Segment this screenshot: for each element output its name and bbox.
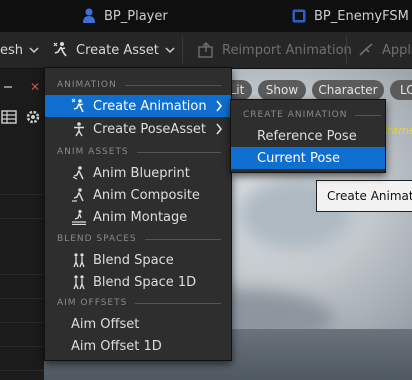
menu-item-aim-offset[interactable]: Aim Offset: [45, 313, 231, 335]
menu-item-blend-space[interactable]: Blend Space: [45, 249, 231, 271]
chevron-down-icon: [165, 47, 175, 54]
tab-label: BP_EnemyFSM: [314, 8, 409, 24]
chevron-right-icon: [216, 123, 223, 135]
menu-item-label: Blend Space 1D: [93, 274, 197, 290]
menu-item-label: Anim Blueprint: [93, 165, 190, 181]
anim-montage-icon: [71, 209, 87, 225]
grid-view-icon[interactable]: [0, 108, 18, 126]
list-item[interactable]: [0, 196, 44, 219]
apply-label: Apply: [382, 42, 412, 58]
menu-item-label: Create PoseAsset: [93, 121, 206, 137]
menu-item-create-animation[interactable]: Create Animation: [45, 95, 231, 117]
toolbar-divider: [182, 36, 183, 64]
menu-item-label: Blend Space: [93, 252, 174, 268]
tab-bp-player[interactable]: BP_Player: [82, 0, 168, 32]
create-asset-icon: [53, 42, 67, 57]
blueprint-icon: [292, 9, 306, 23]
gear-icon[interactable]: [24, 108, 42, 126]
list-item[interactable]: [0, 300, 44, 323]
section-title: ANIM ASSETS: [57, 147, 129, 157]
blend-space-1d-icon: [71, 274, 87, 290]
section-header: AIM OFFSETS: [45, 296, 221, 310]
list-item[interactable]: [0, 172, 44, 195]
section-title: AIM OFFSETS: [57, 298, 128, 308]
menu-item-create-poseasset[interactable]: Create PoseAsset: [45, 118, 231, 140]
person-icon: [83, 8, 95, 23]
menu-item-label: Reference Pose: [257, 128, 357, 144]
divider: [144, 238, 221, 240]
divider: [136, 151, 221, 153]
section-title: BLEND SPACES: [57, 234, 137, 244]
anim-composite-icon: [71, 187, 87, 203]
menu-item-label: Anim Montage: [93, 209, 188, 225]
menu-item-label: Aim Offset: [71, 316, 140, 332]
section-title: ANIMATION: [57, 80, 117, 90]
menu-item-blend-space-1d[interactable]: Blend Space 1D: [45, 271, 231, 293]
viewport-show-button[interactable]: Show: [258, 80, 306, 100]
reimport-animation-button[interactable]: Reimport Animation: [198, 32, 352, 68]
reimport-label: Reimport Animation: [222, 42, 352, 58]
menu-item-current-pose[interactable]: Current Pose: [231, 147, 385, 169]
tooltip: Create Animation: [316, 180, 412, 212]
list-item[interactable]: [0, 348, 44, 371]
menu-item-label: Create Animation: [93, 98, 207, 114]
section-header: ANIM ASSETS: [45, 145, 221, 159]
menu-item-label: Current Pose: [257, 150, 341, 166]
menu-item-aim-offset-1d[interactable]: Aim Offset 1D: [45, 335, 231, 357]
chevron-down-icon: [29, 47, 39, 54]
list-item[interactable]: [0, 324, 44, 347]
menu-item-anim-blueprint[interactable]: Anim Blueprint: [45, 162, 231, 184]
menu-item-label: Aim Offset 1D: [71, 338, 162, 354]
blend-space-icon: [71, 252, 87, 268]
pill-label: Show: [265, 83, 299, 97]
tab-bp-enemyfsm[interactable]: BP_EnemyFSM: [292, 0, 409, 32]
section-header: ANIMATION: [45, 78, 221, 92]
create-asset-menu: ANIMATION Create Animation Create PoseAs…: [44, 67, 232, 361]
create-animation-submenu: CREATE ANIMATION Reference Pose Current …: [230, 99, 386, 173]
menu-item-reference-pose[interactable]: Reference Pose: [231, 125, 385, 147]
pill-label: LO: [400, 83, 412, 97]
left-panel-header: ✕: [0, 78, 40, 96]
apply-button[interactable]: Apply: [358, 32, 412, 68]
pill-label: Character: [318, 83, 378, 97]
anim-blueprint-icon: [71, 165, 87, 181]
section-header: BLEND SPACES: [45, 232, 221, 246]
divider: [355, 114, 381, 116]
create-animation-icon: [71, 98, 87, 114]
section-title: CREATE ANIMATION: [243, 110, 348, 120]
viewport-character-button[interactable]: Character: [312, 80, 384, 100]
mesh-label: esh: [0, 42, 24, 58]
viewport-lod-button[interactable]: LO: [390, 80, 412, 100]
apply-icon: [359, 43, 373, 56]
list-item[interactable]: [0, 252, 44, 275]
create-asset-label: Create Asset: [76, 42, 159, 58]
menu-item-anim-composite[interactable]: Anim Composite: [45, 184, 231, 206]
drag-handle-icon[interactable]: [4, 86, 12, 88]
viewport-overlay-text: frame: [383, 124, 412, 137]
pose-asset-icon: [71, 121, 87, 137]
mesh-button[interactable]: esh: [0, 32, 39, 68]
tooltip-text: Create Animation: [327, 189, 412, 203]
tab-label: BP_Player: [104, 8, 168, 24]
divider: [124, 84, 221, 86]
chevron-right-icon: [216, 100, 223, 112]
close-icon[interactable]: ✕: [30, 80, 40, 94]
toolbar-divider: [346, 36, 347, 64]
menu-item-label: Anim Composite: [93, 187, 200, 203]
list-item[interactable]: [0, 276, 44, 299]
reimport-icon: [198, 42, 213, 58]
divider: [135, 302, 221, 304]
create-asset-button[interactable]: Create Asset: [52, 32, 175, 68]
section-header: CREATE ANIMATION: [231, 108, 381, 122]
menu-item-anim-montage[interactable]: Anim Montage: [45, 206, 231, 228]
